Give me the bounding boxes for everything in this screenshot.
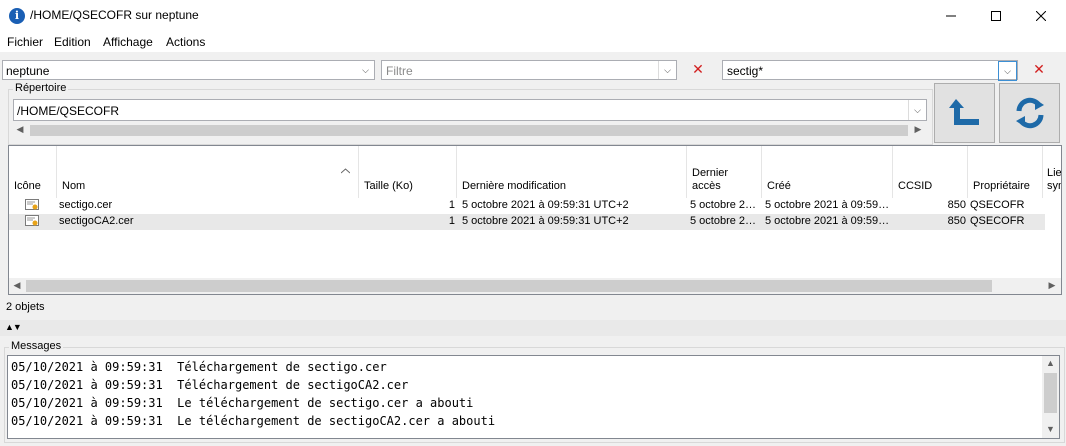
scroll-right-icon[interactable]: ▶ — [1045, 280, 1059, 291]
chevron-down-icon[interactable]: ⌵ — [658, 61, 676, 79]
up-arrow-icon — [948, 99, 979, 125]
minimize-icon — [946, 15, 956, 17]
search-select[interactable]: sectig* ⌵ — [722, 60, 1018, 81]
messages-vscrollbar[interactable]: ▲ ▼ — [1042, 356, 1059, 438]
scroll-thumb[interactable] — [30, 125, 908, 136]
directory-label: Répertoire — [13, 82, 69, 94]
message-line: 05/10/2021 à 09:59:31 Téléchargement de … — [11, 360, 387, 374]
column-header-modified[interactable]: Dernière modification — [457, 146, 687, 198]
filter-select[interactable]: Filtre ⌵ — [381, 60, 677, 80]
chevron-down-icon[interactable]: ⌵ — [908, 100, 926, 120]
window-title: /HOME/QSECOFR sur neptune — [30, 8, 199, 22]
file-size: 1 — [448, 199, 455, 211]
message-line: 05/10/2021 à 09:59:31 Téléchargement de … — [11, 378, 409, 392]
messages-log[interactable]: 05/10/2021 à 09:59:31 Téléchargement de … — [7, 355, 1060, 439]
system-value: neptune — [6, 64, 50, 78]
menu-bar: Fichier Edition Affichage Actions — [0, 32, 1066, 52]
file-name: sectigoCA2.cer — [59, 215, 134, 227]
clear-filter-icon[interactable]: ✕ — [688, 61, 708, 78]
scroll-left-icon[interactable]: ◀ — [13, 124, 27, 135]
refresh-icon — [1015, 97, 1044, 129]
file-owner: QSECOFR — [970, 199, 1025, 211]
scroll-thumb[interactable] — [1044, 373, 1057, 413]
certificate-file-icon — [25, 199, 39, 210]
messages-label: Messages — [9, 340, 64, 352]
column-header-ccsid[interactable]: CCSID — [893, 146, 968, 198]
object-count: 2 objets — [6, 301, 45, 313]
chevron-down-icon[interactable]: ⌵ — [998, 61, 1017, 81]
sort-ascending-icon — [341, 168, 350, 174]
scroll-down-icon[interactable]: ▼ — [1044, 424, 1057, 434]
menu-edition[interactable]: Edition — [54, 35, 91, 49]
close-button[interactable] — [1018, 0, 1064, 32]
column-header-owner[interactable]: Propriétaire — [968, 146, 1043, 198]
file-owner: QSECOFR — [970, 215, 1025, 227]
title-bar: i /HOME/QSECOFR sur neptune — [0, 0, 1066, 32]
search-value: sectig* — [727, 64, 764, 78]
file-table: Icône Nom Taille (Ko) Dernière modificat… — [8, 145, 1062, 295]
file-ccsid: 850 — [947, 199, 966, 211]
column-header-icon[interactable]: Icône — [9, 146, 57, 198]
splitter-bar[interactable] — [0, 320, 1066, 336]
chevron-down-icon[interactable]: ⌵ — [357, 61, 374, 79]
column-header-name[interactable]: Nom — [57, 146, 359, 198]
clear-search-icon[interactable]: ✕ — [1029, 61, 1049, 78]
file-modified: 5 octobre 2021 à 09:59:31 UTC+2 — [462, 199, 629, 211]
maximize-icon — [991, 11, 1001, 21]
directory-path: /HOME/QSECOFR — [17, 104, 120, 118]
maximize-button[interactable] — [973, 0, 1019, 32]
scroll-left-icon[interactable]: ◀ — [10, 280, 24, 291]
scroll-right-icon[interactable]: ▶ — [911, 124, 925, 135]
file-ccsid: 850 — [947, 215, 966, 227]
splitter-arrows-icon[interactable]: ▲▼ — [5, 322, 22, 332]
column-header-accessed[interactable]: Dernier accès — [687, 146, 762, 198]
close-icon — [1036, 11, 1046, 21]
column-header-size[interactable]: Taille (Ko) — [359, 146, 457, 198]
minimize-button[interactable] — [928, 0, 974, 32]
file-modified: 5 octobre 2021 à 09:59:31 UTC+2 — [462, 215, 629, 227]
file-size: 1 — [448, 215, 455, 227]
filter-placeholder: Filtre — [386, 64, 413, 78]
directory-hscrollbar[interactable]: ◀ ▶ — [13, 123, 927, 138]
file-accessed: 5 octobre 2… — [690, 215, 757, 227]
menu-actions[interactable]: Actions — [166, 35, 205, 49]
menu-fichier[interactable]: Fichier — [7, 35, 43, 49]
table-row[interactable]: sectigoCA2.cer 1 5 octobre 2021 à 09:59:… — [9, 214, 1045, 230]
table-hscrollbar[interactable]: ◀ ▶ — [9, 278, 1061, 294]
table-row[interactable]: sectigo.cer 1 5 octobre 2021 à 09:59:31 … — [9, 198, 1045, 214]
directory-path-select[interactable]: /HOME/QSECOFR ⌵ — [13, 99, 927, 121]
file-name: sectigo.cer — [59, 199, 113, 211]
file-accessed: 5 octobre 2… — [690, 199, 757, 211]
file-created: 5 octobre 2021 à 09:59… — [765, 215, 890, 227]
file-created: 5 octobre 2021 à 09:59… — [765, 199, 890, 211]
system-select[interactable]: neptune ⌵ — [2, 60, 375, 80]
message-line: 05/10/2021 à 09:59:31 Le téléchargement … — [11, 396, 474, 410]
refresh-button[interactable] — [999, 83, 1060, 143]
message-line: 05/10/2021 à 09:59:31 Le téléchargement … — [11, 414, 496, 428]
menu-affichage[interactable]: Affichage — [103, 35, 153, 49]
app-icon: i — [9, 8, 25, 24]
parent-directory-button[interactable] — [934, 83, 995, 143]
certificate-file-icon — [25, 215, 39, 226]
scroll-up-icon[interactable]: ▲ — [1044, 358, 1057, 368]
column-header-symlink[interactable]: Lien symb — [1043, 146, 1061, 198]
column-header-created[interactable]: Créé — [762, 146, 893, 198]
scroll-thumb[interactable] — [26, 280, 992, 292]
